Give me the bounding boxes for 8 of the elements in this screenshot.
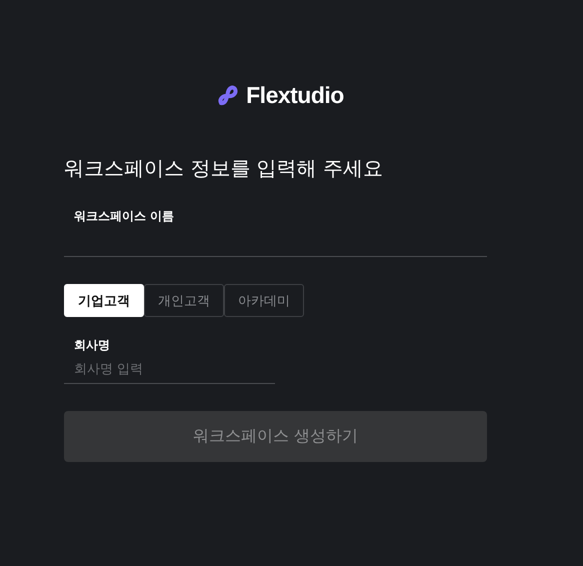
field-label: 워크스페이스 이름	[74, 208, 176, 225]
field-label: 회사명	[74, 337, 111, 354]
page-heading: 워크스페이스 정보를 입력해 주세요	[64, 155, 384, 182]
customer-type-tab[interactable]: 개인고객	[144, 284, 224, 317]
customer-type-tab[interactable]: 아카데미	[224, 284, 304, 317]
customer-type-tab[interactable]: 기업고객	[64, 284, 144, 317]
company-name-field[interactable]: 회사명 입력	[64, 356, 275, 384]
logo-text: Flextudio	[246, 82, 344, 109]
